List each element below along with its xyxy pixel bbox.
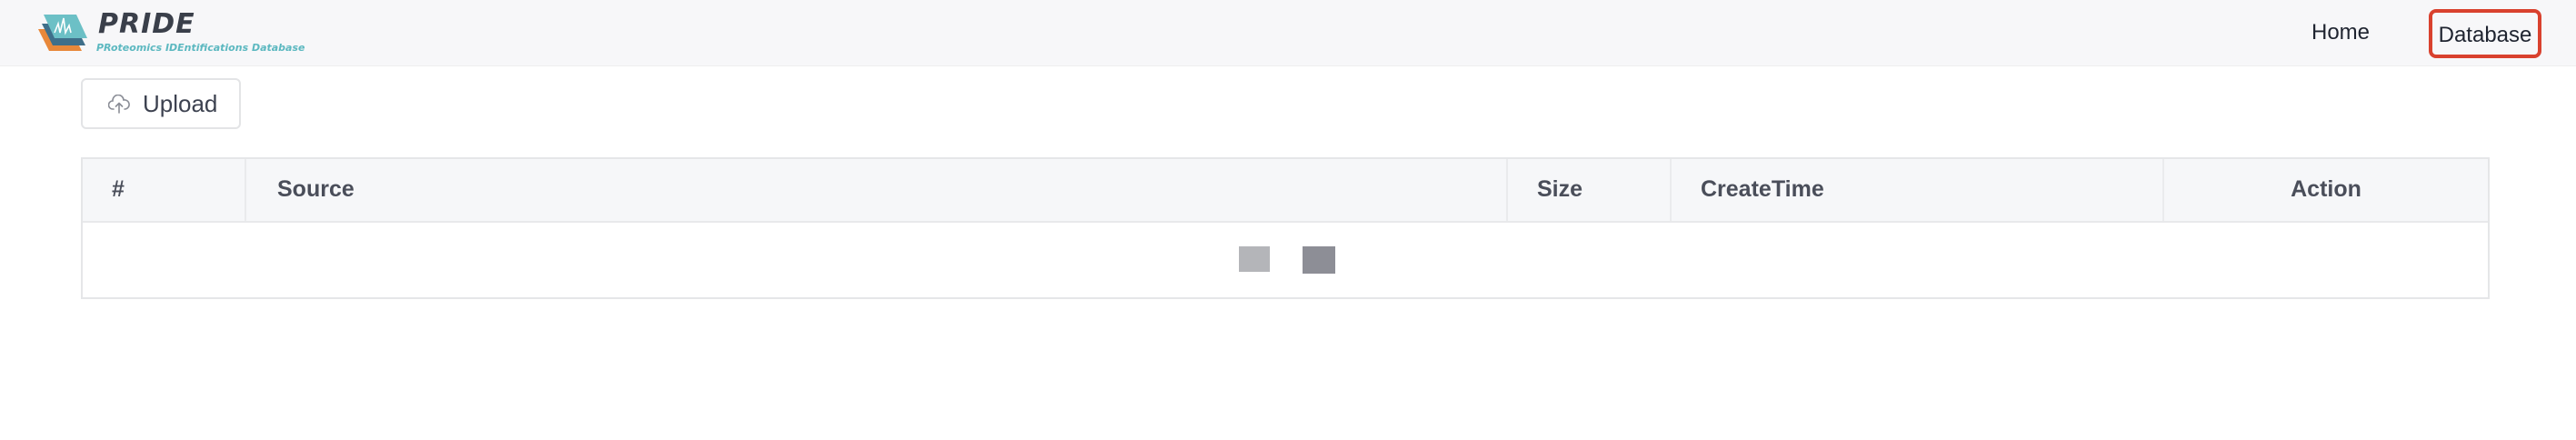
loading-spinner [1239,246,1348,283]
loading-spinner-square [1239,246,1270,272]
column-header-action: Action [2291,176,2361,202]
column-divider [245,159,246,221]
nav-database-link[interactable]: Database [2429,9,2541,58]
cloud-upload-icon [108,95,130,114]
column-divider [1670,159,1672,221]
top-navigation-bar: PRIDE PRoteomics IDEntifications Databas… [0,0,2576,66]
column-header-createtime[interactable]: CreateTime [1701,159,1824,221]
column-divider [1506,159,1508,221]
logo-subtitle: PRoteomics IDEntifications Database [96,42,305,54]
loading-spinner-square [1303,246,1335,274]
column-header-source[interactable]: Source [277,159,354,221]
uploads-table: # Source Size CreateTime Action [81,157,2490,299]
nav-home-link[interactable]: Home [2311,15,2370,51]
column-header-index[interactable]: # [112,159,125,221]
logo-title: PRIDE [98,8,195,40]
upload-button-label: Upload [143,90,218,117]
table-header: # Source Size CreateTime Action [83,159,2488,223]
pride-logo[interactable]: PRIDE PRoteomics IDEntifications Databas… [35,7,307,58]
pride-logo-icon [38,15,87,51]
upload-button[interactable]: Upload [81,78,241,129]
column-header-size[interactable]: Size [1537,159,1583,221]
